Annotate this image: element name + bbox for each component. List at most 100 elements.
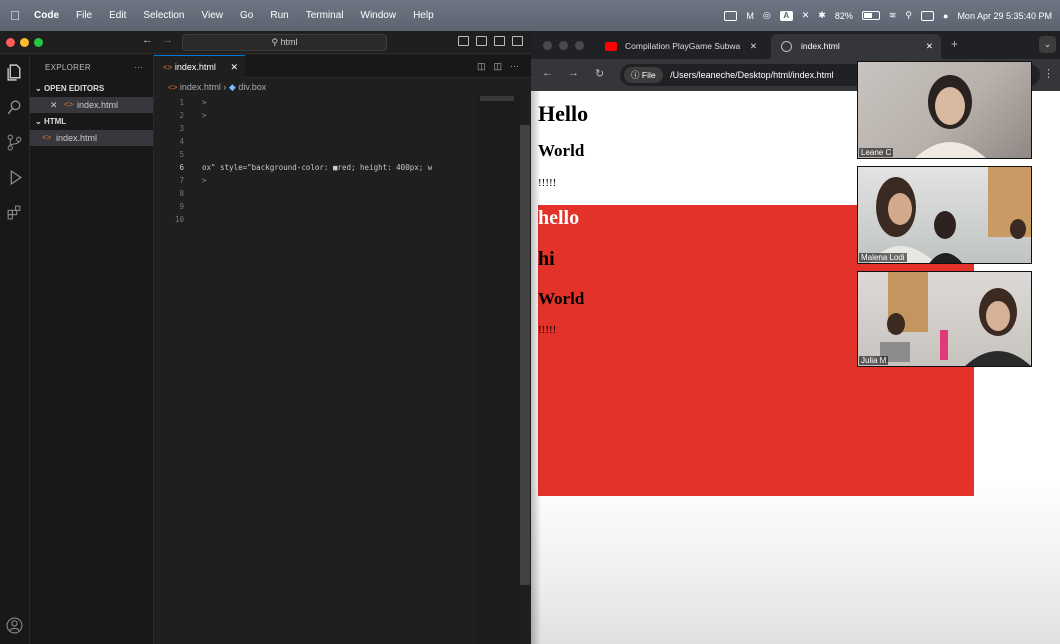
more-editor-actions-icon[interactable]: ··· [510, 61, 519, 72]
menu-run[interactable]: Run [270, 10, 288, 21]
code-editor[interactable]: 1 > 2 > 3 4 5 6 ox" style="background-color… [154, 96, 476, 226]
extensions-icon[interactable] [6, 204, 23, 221]
menu-go[interactable]: Go [240, 10, 253, 21]
line-number: 6 [179, 163, 184, 172]
zoom-window-button[interactable] [34, 38, 43, 47]
file-tree-item[interactable]: <> index.html [30, 130, 153, 146]
box-heading-hello: hello [538, 207, 580, 229]
toggle-secondary-sidebar-icon[interactable] [494, 36, 505, 46]
address-text: /Users/leaneche/Desktop/html/index.html [670, 70, 834, 80]
participant-tile-1[interactable]: Leane C [857, 61, 1032, 159]
record-icon[interactable]: ◎ [763, 10, 771, 21]
code-line: 10 [154, 213, 476, 226]
line-number: 9 [179, 202, 184, 211]
breadcrumb-symbol[interactable]: div.box [238, 82, 266, 92]
toggle-sidebar-icon[interactable] [458, 36, 469, 46]
line-number: 4 [179, 137, 184, 146]
menu-edit[interactable]: Edit [109, 10, 126, 21]
breadcrumb-file[interactable]: index.html [180, 82, 221, 92]
run-debug-icon[interactable] [6, 169, 23, 186]
menu-help[interactable]: Help [413, 10, 434, 21]
meet-icon[interactable]: M [746, 11, 754, 21]
vscode-window: ← → ⚲ html EXPLORER ··· ⌄ OPEN EDITORS ✕… [0, 31, 531, 644]
account-icon[interactable] [6, 617, 23, 634]
split-editor-icon[interactable]: ◫ [493, 61, 502, 72]
command-center[interactable]: ⚲ html [182, 34, 387, 51]
html-file-icon: <> [168, 83, 178, 92]
bluetooth-icon[interactable]: ✱ [818, 10, 826, 21]
back-arrow-icon[interactable]: ← [142, 34, 153, 46]
window-shadow [531, 91, 541, 644]
minimize-window-button[interactable] [20, 38, 29, 47]
open-editor-filename: index.html [77, 100, 119, 110]
menu-selection[interactable]: Selection [143, 10, 184, 21]
line-number: 1 [179, 98, 184, 107]
input-source-icon[interactable]: A [779, 10, 793, 21]
code-line: 1 > [154, 96, 476, 109]
source-control-icon[interactable] [6, 134, 23, 151]
code-line: 8 [154, 187, 476, 200]
participant-tile-3[interactable]: Julia M [857, 271, 1032, 367]
code-line-current: 6 ox" style="background-color: ■red; heig… [154, 161, 476, 174]
browser-tab-youtube[interactable]: Compilation PlayGame Subwa ✕ [595, 34, 765, 59]
zoom-window-button[interactable] [575, 41, 584, 50]
screen-share-icon[interactable] [724, 10, 738, 21]
back-arrow-icon[interactable]: ← [542, 67, 553, 79]
line-number: 5 [179, 150, 184, 159]
browser-menu-icon[interactable]: ⋮ [1043, 67, 1054, 80]
cube-icon: ◆ [228, 82, 236, 92]
minimap[interactable] [476, 96, 520, 644]
participant-name: Leane C [859, 148, 894, 157]
close-tab-icon[interactable]: ✕ [230, 56, 238, 78]
tab-search-icon[interactable]: ⌄ [1039, 36, 1056, 53]
participant-tile-2[interactable]: Malena Lodi [857, 166, 1032, 264]
code-line: 7 > [154, 174, 476, 187]
close-editor-icon[interactable]: ✕ [50, 97, 58, 113]
menu-view[interactable]: View [202, 10, 224, 21]
clock[interactable]: Mon Apr 29 5:35:40 PM [957, 11, 1052, 21]
more-actions-icon[interactable]: ··· [134, 55, 143, 81]
line-number: 3 [179, 124, 184, 133]
forward-arrow-icon[interactable]: → [568, 67, 579, 79]
close-tab-icon[interactable]: ✕ [926, 34, 933, 59]
minimize-window-button[interactable] [559, 41, 568, 50]
close-window-button[interactable] [543, 41, 552, 50]
browser-tab-index[interactable]: index.html ✕ [771, 34, 941, 59]
open-editor-item[interactable]: ✕ <> index.html [30, 97, 153, 113]
menu-file[interactable]: File [76, 10, 92, 21]
browser-tab-label: Compilation PlayGame Subwa [625, 41, 741, 51]
browser-tabstrip: Compilation PlayGame Subwa ✕ index.html … [531, 31, 1060, 59]
minimap-slider[interactable] [480, 96, 514, 101]
folder-html-section[interactable]: ⌄ HTML [30, 114, 153, 130]
mute-icon[interactable]: ✕ [802, 10, 810, 21]
site-info-chip[interactable]: ⓘ File [624, 67, 663, 83]
menu-terminal[interactable]: Terminal [306, 10, 344, 21]
control-center-icon[interactable] [921, 10, 934, 21]
open-editors-section[interactable]: ⌄ OPEN EDITORS [30, 81, 153, 97]
search-sidebar-icon[interactable] [6, 99, 23, 116]
code-line: 3 [154, 122, 476, 135]
close-window-button[interactable] [6, 38, 15, 47]
wifi-icon[interactable]: ≋ [889, 10, 897, 21]
customize-layout-icon[interactable] [512, 36, 523, 46]
menu-window[interactable]: Window [361, 10, 397, 21]
reload-icon[interactable]: ↻ [595, 67, 604, 80]
tab-index-html[interactable]: <> index.html ✕ [154, 55, 245, 78]
explorer-title: EXPLORER [45, 63, 91, 72]
battery-icon[interactable] [861, 11, 880, 20]
macos-menubar:  Code File Edit Selection View Go Run T… [0, 0, 1060, 31]
editor-scrollbar[interactable] [520, 125, 530, 585]
menu-app-name[interactable]: Code [34, 10, 59, 21]
search-icon: ⚲ [271, 37, 279, 47]
vscode-titlebar: ← → ⚲ html [0, 31, 531, 54]
explorer-icon[interactable] [6, 64, 23, 81]
open-preview-icon[interactable]: ◫ [477, 61, 486, 72]
toggle-panel-icon[interactable] [476, 36, 487, 46]
spotlight-icon[interactable]: ⚲ [905, 10, 912, 21]
apple-icon[interactable]:  [0, 8, 30, 23]
box-heading-world: World [538, 289, 585, 308]
close-tab-icon[interactable]: ✕ [750, 34, 757, 59]
siri-icon[interactable]: ● [943, 11, 948, 21]
new-tab-icon[interactable]: + [951, 37, 958, 51]
forward-arrow-icon[interactable]: → [162, 34, 173, 46]
